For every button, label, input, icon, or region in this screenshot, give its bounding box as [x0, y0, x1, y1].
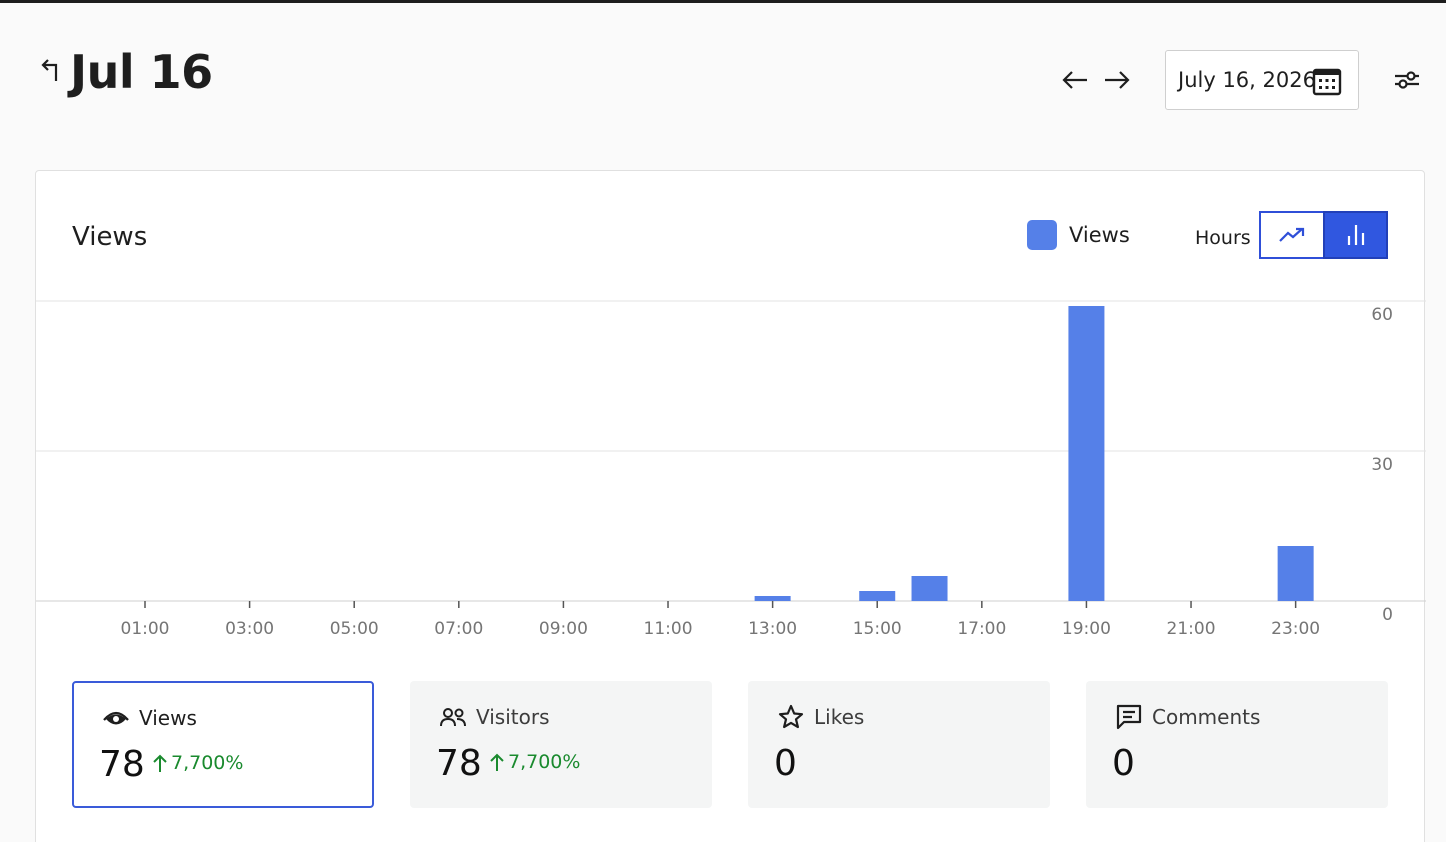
card-title: Views — [72, 222, 148, 252]
stat-head: Visitors — [438, 703, 550, 731]
chart-legend: Views — [1027, 220, 1130, 250]
next-day-button[interactable] — [1101, 64, 1133, 96]
stat-label: Visitors — [476, 705, 550, 729]
y-tick-label: 30 — [1371, 455, 1393, 475]
stat-value: 78 — [436, 743, 482, 784]
line-chart-button[interactable] — [1259, 211, 1323, 259]
top-border — [0, 0, 1446, 3]
bar — [911, 576, 948, 601]
star-icon — [776, 703, 806, 731]
bar — [1277, 546, 1314, 601]
stat-label: Views — [139, 706, 197, 730]
x-tick-label: 11:00 — [644, 619, 693, 639]
legend-swatch — [1027, 220, 1057, 250]
x-tick-label: 19:00 — [1062, 619, 1111, 639]
x-tick-label: 05:00 — [330, 619, 379, 639]
stat-change-value: 7,700% — [508, 751, 581, 773]
bar — [859, 591, 896, 601]
bar — [754, 596, 791, 601]
chart-type-toggle — [1259, 211, 1388, 259]
trending-up-icon — [1279, 227, 1305, 242]
stat-card-views[interactable]: Views 78 7,700% — [72, 681, 374, 808]
stat-card-comments[interactable]: Comments 0 — [1086, 681, 1388, 808]
y-tick-label: 0 — [1382, 605, 1393, 625]
date-picker[interactable]: July 16, 2026 — [1165, 50, 1359, 110]
bar — [1068, 306, 1105, 601]
bar-chart-icon — [1347, 225, 1364, 245]
y-tick-label: 60 — [1371, 305, 1393, 325]
stat-change: 7,700% — [490, 751, 580, 773]
sliders-icon — [1395, 71, 1419, 89]
arrow-right-icon — [1105, 71, 1130, 89]
arrow-up-icon — [153, 754, 167, 772]
x-tick-label: 15:00 — [853, 619, 902, 639]
x-tick-label: 23:00 — [1271, 619, 1320, 639]
x-tick-label: 17:00 — [957, 619, 1006, 639]
date-value: July 16, 2026 — [1178, 68, 1316, 92]
views-card: Views Views Hours 0 30 60 01:00 03:00 05:00 07… — [35, 170, 1426, 842]
comment-icon — [1114, 703, 1144, 731]
back-arrow-icon[interactable] — [38, 55, 64, 85]
x-tick-label: 03:00 — [225, 619, 274, 639]
stat-card-visitors[interactable]: Visitors 78 7,700% — [410, 681, 712, 808]
stat-value: 0 — [1112, 743, 1135, 784]
x-tick-label: 07:00 — [434, 619, 483, 639]
stat-head: Likes — [776, 703, 864, 731]
x-tick-label: 09:00 — [539, 619, 588, 639]
bar-chart-button[interactable] — [1323, 211, 1388, 259]
arrow-up-icon — [490, 753, 504, 771]
eye-icon — [101, 704, 131, 732]
people-icon — [438, 703, 468, 731]
arrow-left-icon — [1062, 71, 1087, 89]
calendar-icon[interactable] — [1312, 66, 1342, 96]
stat-label: Comments — [1152, 705, 1261, 729]
stat-label: Likes — [814, 705, 865, 729]
stat-value: 0 — [774, 743, 797, 784]
previous-day-button[interactable] — [1059, 64, 1091, 96]
stat-head: Views — [101, 704, 197, 732]
stat-card-likes[interactable]: Likes 0 — [748, 681, 1050, 808]
x-tick-label: 01:00 — [121, 619, 170, 639]
stat-head: Comments — [1114, 703, 1260, 731]
page-title: Jul 16 — [70, 45, 213, 99]
stat-value: 78 — [99, 744, 145, 785]
x-tick-label: 21:00 — [1167, 619, 1216, 639]
x-tick-label: 13:00 — [748, 619, 797, 639]
legend-label: Views — [1069, 223, 1130, 247]
stat-change-value: 7,700% — [171, 752, 244, 774]
views-bar-chart: 0 30 60 01:00 03:00 05:00 07:00 09:00 11:00 13:00… — [36, 300, 1426, 639]
stat-change: 7,700% — [153, 752, 243, 774]
interval-label: Hours — [1195, 227, 1251, 249]
settings-button[interactable] — [1393, 66, 1421, 94]
